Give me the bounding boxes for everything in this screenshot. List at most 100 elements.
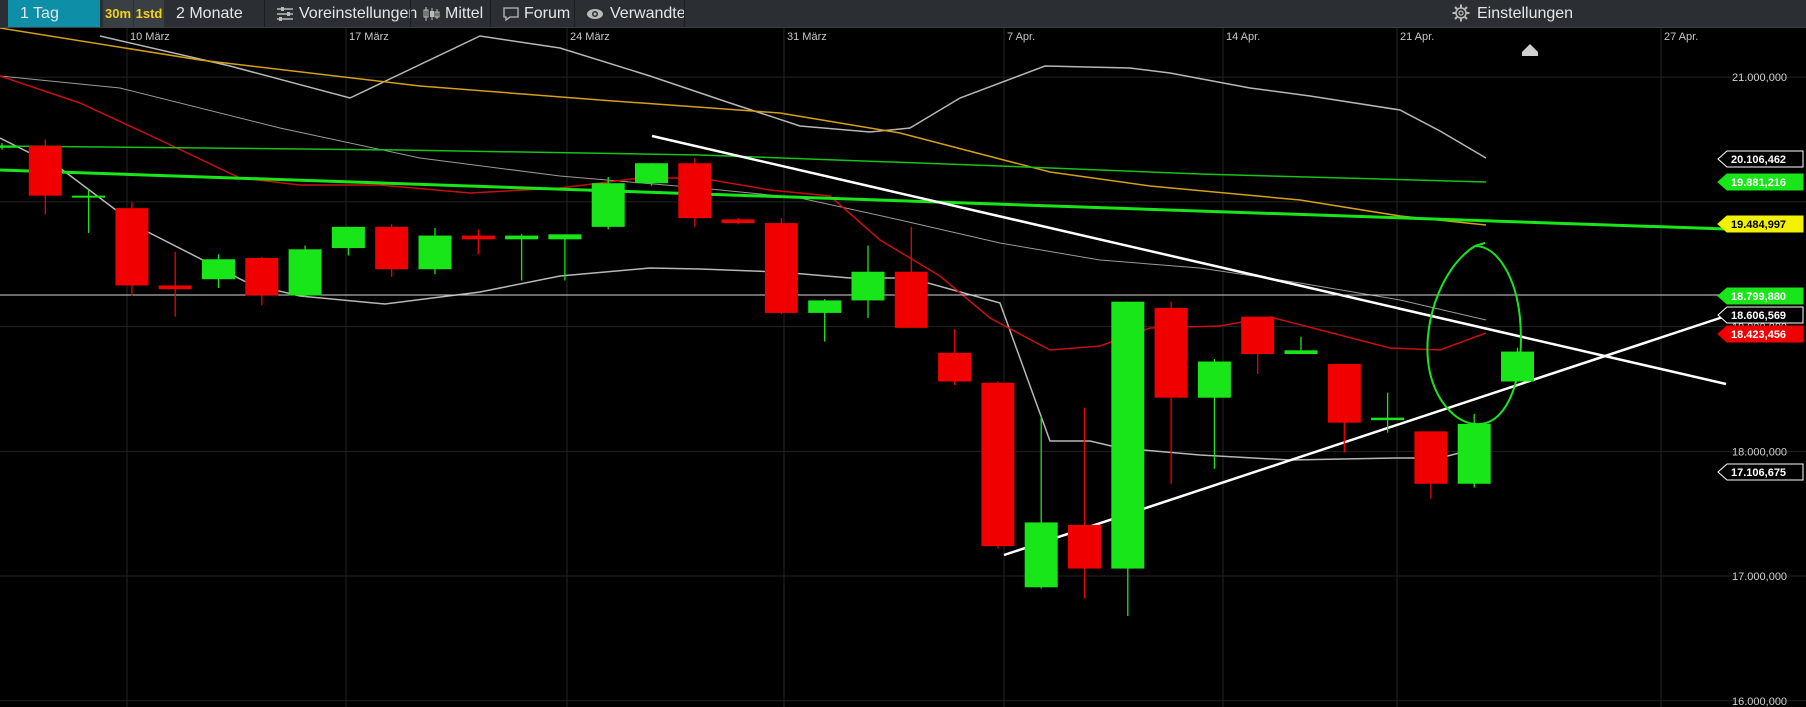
forum-button[interactable]: Forum: [500, 0, 571, 27]
gear-icon: [1452, 4, 1470, 22]
candle-body: [461, 235, 495, 240]
x-tick-label: 21 Apr.: [1400, 31, 1434, 43]
scroll-marker-icon[interactable]: [1522, 44, 1538, 52]
x-tick-label: 31 März: [787, 31, 827, 43]
x-tick-label: 14 Apr.: [1226, 31, 1260, 43]
y-tick-label: 17.000,000: [1732, 571, 1787, 583]
interval-1std-label: 1std: [135, 6, 163, 21]
presets-button[interactable]: Voreinstellungen: [274, 0, 417, 27]
candle-body: [938, 352, 972, 382]
sliders-icon: [277, 7, 293, 21]
candle-body: [418, 235, 452, 270]
price-label-text: 18.799,880: [1731, 291, 1786, 303]
candle-body: [0, 145, 19, 148]
related-button[interactable]: Verwandte: [584, 0, 686, 27]
period-label: 2 Monate: [176, 5, 243, 22]
candle-body: [158, 285, 192, 290]
price-chart[interactable]: 10 März 17 März 24 März 31 März 7 Apr. 14 Apr…: [0, 28, 1806, 707]
candlestick-icon: [423, 7, 440, 21]
toolbar-divider: [264, 0, 265, 27]
chart-toolbar: 1 Tag 30m 1std 2 Monate Voreinstellungen: [0, 0, 1806, 28]
mittel-label: Mittel: [445, 5, 484, 22]
candle-body: [505, 235, 539, 240]
candle-body: [245, 258, 279, 296]
toolbar-divider: [410, 0, 411, 27]
related-label: Verwandte: [610, 5, 686, 22]
candle-body: [1414, 431, 1448, 484]
price-label: 17.106,675: [1717, 463, 1804, 481]
x-tick-label: 24 März: [570, 31, 610, 43]
candle-body: [591, 183, 625, 227]
candle-body: [28, 145, 62, 196]
candle-body: [288, 249, 322, 296]
candle-body: [1327, 364, 1361, 423]
timerange-label: 1 Tag: [20, 5, 59, 22]
timerange-button[interactable]: 1 Tag: [8, 0, 100, 27]
price-label-text: 20.106,462: [1731, 154, 1786, 166]
price-label: 19.881,216: [1717, 173, 1804, 191]
candle-body: [764, 223, 798, 313]
x-tick-label: 17 März: [349, 31, 389, 43]
candle-body: [1457, 423, 1491, 484]
candle-body: [375, 226, 409, 270]
candle-body: [851, 271, 885, 301]
candle-body: [721, 219, 755, 224]
x-tick-label: 10 März: [130, 31, 170, 43]
price-label-text: 19.484,997: [1731, 219, 1786, 231]
presets-label: Voreinstellungen: [299, 5, 418, 22]
candle-body: [548, 234, 582, 240]
x-tick-label: 27 Apr.: [1664, 31, 1698, 43]
settings-label: Einstellungen: [1477, 5, 1574, 22]
y-tick-label: 21.000,000: [1732, 72, 1787, 84]
price-label-text: 18.606,569: [1731, 310, 1786, 322]
scroll-marker-base: [1522, 52, 1538, 56]
candle-body: [1371, 417, 1405, 421]
candle-body: [115, 208, 149, 286]
toolbar-divider: [490, 0, 491, 27]
candle-body: [72, 195, 106, 198]
candle-body: [981, 382, 1015, 547]
candle-body: [331, 226, 365, 249]
y-tick-label: 18.000,000: [1732, 446, 1787, 458]
candle-body: [635, 163, 668, 184]
price-label-text: 18.423,456: [1731, 329, 1786, 341]
price-label: 18.423,456: [1717, 325, 1804, 343]
period-select[interactable]: 2 Monate: [176, 0, 243, 27]
candle-body: [678, 163, 712, 219]
settings-button[interactable]: Einstellungen: [1452, 0, 1573, 27]
candle-body: [1111, 301, 1145, 569]
candle-body: [1284, 350, 1318, 355]
x-tick-label: 7 Apr.: [1007, 31, 1035, 43]
eye-icon: [587, 9, 603, 19]
forum-label: Forum: [524, 5, 571, 22]
toolbar-divider: [574, 0, 575, 27]
interval-1std-button[interactable]: 1std: [134, 0, 164, 27]
date-band: [0, 28, 1806, 44]
toolbar-divider: [684, 0, 685, 27]
price-label-text: 17.106,675: [1731, 467, 1786, 479]
candle-body: [1024, 522, 1058, 588]
price-label: 18.606,569: [1717, 306, 1804, 324]
price-label: 18.799,880: [1717, 287, 1804, 305]
candle-body: [894, 271, 928, 328]
candle-body: [1241, 316, 1275, 355]
price-label-text: 19.881,216: [1731, 177, 1786, 189]
interval-30m-button[interactable]: 30m: [103, 0, 133, 27]
chart-grid: [0, 28, 1806, 707]
y-tick-label: 16.000,000: [1732, 696, 1787, 707]
speech-bubble-icon: [503, 7, 519, 22]
price-label: 19.484,997: [1717, 215, 1804, 233]
price-label: 20.106,462: [1717, 150, 1804, 168]
bollinger-upper-line: [99, 35, 1487, 159]
candle-body: [808, 300, 842, 313]
mittel-button[interactable]: Mittel: [420, 0, 488, 27]
bollinger-lower-line: [0, 137, 1487, 461]
candle-body: [1068, 524, 1101, 569]
green-trendline: [0, 168, 1727, 231]
candle-body: [1154, 307, 1188, 398]
interval-30m-label: 30m: [104, 6, 132, 21]
price-labels: 20.106,462 19.881,216 19.484,997 18.799,880…: [1717, 150, 1804, 481]
candle-body: [202, 259, 235, 280]
bollinger-middle-line: [0, 75, 1487, 321]
candlesticks: [0, 139, 1534, 616]
